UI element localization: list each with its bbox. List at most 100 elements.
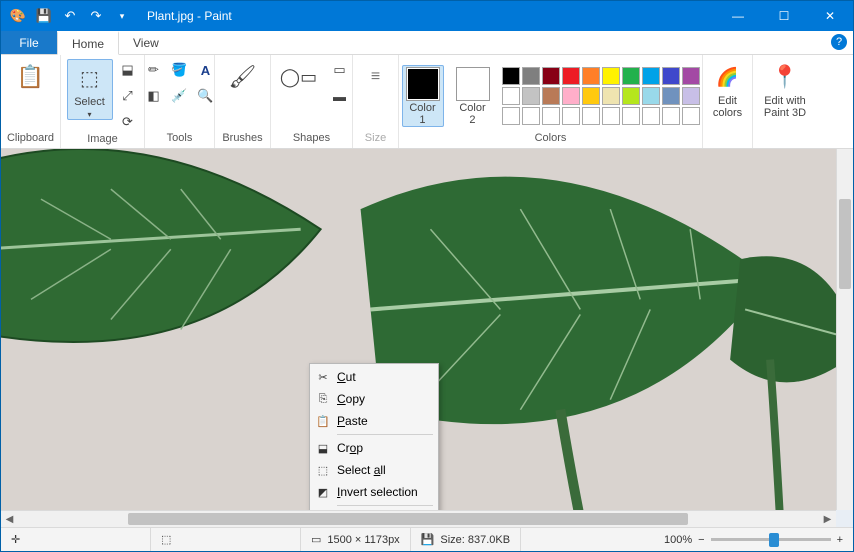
zoom-icon[interactable]: 🔍 (195, 85, 217, 107)
palette-swatch[interactable] (602, 87, 620, 105)
zoom-in-button[interactable]: + (837, 534, 843, 546)
scrollbar-horizontal[interactable]: ◀ ▶ (1, 510, 836, 527)
palette-swatch-empty[interactable] (522, 107, 540, 125)
colors-label: Colors (535, 132, 567, 146)
group-shapes: ◯▭ ▭ ▬ Shapes (271, 55, 353, 148)
rotate-icon[interactable]: ⟳ (117, 111, 139, 133)
menu-paste[interactable]: 📋Paste (311, 410, 437, 432)
eraser-icon[interactable]: ◧ (143, 85, 165, 107)
picker-icon[interactable]: 💉 (169, 85, 191, 107)
zoom-slider[interactable] (711, 538, 831, 542)
color1-button[interactable]: Color 1 (402, 65, 444, 127)
canvas-area: ✂Cut ⎘Copy 📋Paste ⬓Crop ⬚Select all ◩Inv… (1, 149, 853, 527)
save-icon[interactable]: 💾 (33, 5, 55, 27)
paint3d-button[interactable]: 📍 Edit with Paint 3D (756, 59, 814, 119)
palette-swatch-empty[interactable] (622, 107, 640, 125)
palette-swatch-empty[interactable] (542, 107, 560, 125)
palette-swatch-empty[interactable] (642, 107, 660, 125)
palette-swatch[interactable] (622, 87, 640, 105)
clipboard-label: Clipboard (7, 132, 54, 146)
scroll-left-icon[interactable]: ◀ (1, 511, 18, 528)
redo-icon[interactable]: ↷ (85, 5, 107, 27)
palette-swatch-empty[interactable] (502, 107, 520, 125)
menu-cut[interactable]: ✂Cut (311, 366, 437, 388)
position-icon: ✛ (11, 533, 20, 546)
color1-swatch (407, 68, 439, 100)
copy-icon: ⎘ (315, 391, 331, 407)
fill-shape-icon[interactable]: ▬ (329, 85, 351, 107)
undo-icon[interactable]: ↶ (59, 5, 81, 27)
shapes-button[interactable]: ◯▭ (273, 59, 325, 93)
palette-swatch[interactable] (662, 67, 680, 85)
scroll-thumb-v[interactable] (839, 199, 851, 289)
brushes-button[interactable]: 🖌 (217, 59, 269, 93)
menu-select-all[interactable]: ⬚Select all (311, 459, 437, 481)
quick-access-toolbar: 🎨 💾 ↶ ↷ ▾ (7, 5, 133, 27)
menu-crop[interactable]: ⬓Crop (311, 437, 437, 459)
scroll-right-icon[interactable]: ▶ (819, 511, 836, 528)
context-menu: ✂Cut ⎘Copy 📋Paste ⬓Crop ⬚Select all ◩Inv… (309, 363, 439, 527)
paint-window: 🎨 💾 ↶ ↷ ▾ Plant.jpg - Paint — ☐ ✕ File H… (0, 0, 854, 552)
color2-button[interactable]: Color 2 (452, 66, 494, 126)
palette-swatch[interactable] (682, 87, 700, 105)
paint-app-icon[interactable]: 🎨 (7, 5, 29, 27)
palette-swatch[interactable] (542, 67, 560, 85)
select-icon: ⬚ (74, 62, 106, 94)
palette-swatch-empty[interactable] (562, 107, 580, 125)
palette-swatch[interactable] (582, 87, 600, 105)
palette-swatch-empty[interactable] (582, 107, 600, 125)
palette-swatch[interactable] (542, 87, 560, 105)
scrollbar-vertical[interactable] (836, 149, 853, 510)
palette-swatch[interactable] (522, 67, 540, 85)
resize-icon[interactable]: ⤢ (117, 85, 139, 107)
fill-icon[interactable]: 🪣 (169, 59, 191, 81)
tools-grid: ✏ 🪣 A ◧ 💉 🔍 (143, 59, 217, 107)
crop-icon[interactable]: ⬓ (117, 59, 139, 81)
palette-swatch-empty[interactable] (682, 107, 700, 125)
help-icon[interactable]: ? (831, 34, 847, 50)
palette-swatch[interactable] (682, 67, 700, 85)
select-button[interactable]: ⬚ Select ▾ (67, 59, 113, 120)
palette-swatch[interactable] (522, 87, 540, 105)
qat-dropdown-icon[interactable]: ▾ (111, 5, 133, 27)
dimensions-icon: ▭ (311, 533, 321, 546)
invert-selection-icon: ◩ (315, 484, 331, 500)
close-button[interactable]: ✕ (807, 1, 853, 31)
clipboard-button[interactable]: 📋 (5, 59, 57, 93)
text-icon[interactable]: A (195, 59, 217, 81)
paste-icon: 📋 (315, 413, 331, 429)
group-clipboard: 📋 Clipboard (1, 55, 61, 148)
selection-icon: ⬚ (161, 533, 171, 546)
size-button[interactable]: ≡ (350, 59, 402, 93)
zoom-out-button[interactable]: − (698, 534, 704, 546)
brush-icon: 🖌 (227, 61, 259, 93)
tab-home[interactable]: Home (57, 31, 119, 55)
palette-swatch[interactable] (642, 87, 660, 105)
image-tools: ⬓ ⤢ ⟳ (117, 59, 139, 133)
status-position: ✛ (1, 528, 151, 551)
zoom-knob[interactable] (769, 533, 779, 547)
palette-swatch[interactable] (622, 67, 640, 85)
edit-colors-button[interactable]: 🌈 Edit colors (702, 59, 754, 119)
outline-icon[interactable]: ▭ (329, 59, 351, 81)
file-menu[interactable]: File (1, 31, 57, 54)
menu-copy[interactable]: ⎘Copy (311, 388, 437, 410)
scroll-thumb-h[interactable] (128, 513, 688, 525)
palette-swatch[interactable] (502, 87, 520, 105)
ribbon: 📋 Clipboard ⬚ Select ▾ ⬓ ⤢ ⟳ Image (1, 55, 853, 149)
palette-swatch-empty[interactable] (602, 107, 620, 125)
palette-swatch[interactable] (602, 67, 620, 85)
palette-swatch[interactable] (502, 67, 520, 85)
palette-swatch[interactable] (562, 87, 580, 105)
palette-swatch[interactable] (562, 67, 580, 85)
palette-swatch[interactable] (662, 87, 680, 105)
shapes-icon: ◯▭ (283, 61, 315, 93)
tab-view[interactable]: View (119, 31, 173, 54)
menu-invert-selection[interactable]: ◩Invert selection (311, 481, 437, 503)
minimize-button[interactable]: — (715, 1, 761, 31)
maximize-button[interactable]: ☐ (761, 1, 807, 31)
palette-swatch-empty[interactable] (662, 107, 680, 125)
palette-swatch[interactable] (642, 67, 660, 85)
pencil-icon[interactable]: ✏ (143, 59, 165, 81)
palette-swatch[interactable] (582, 67, 600, 85)
